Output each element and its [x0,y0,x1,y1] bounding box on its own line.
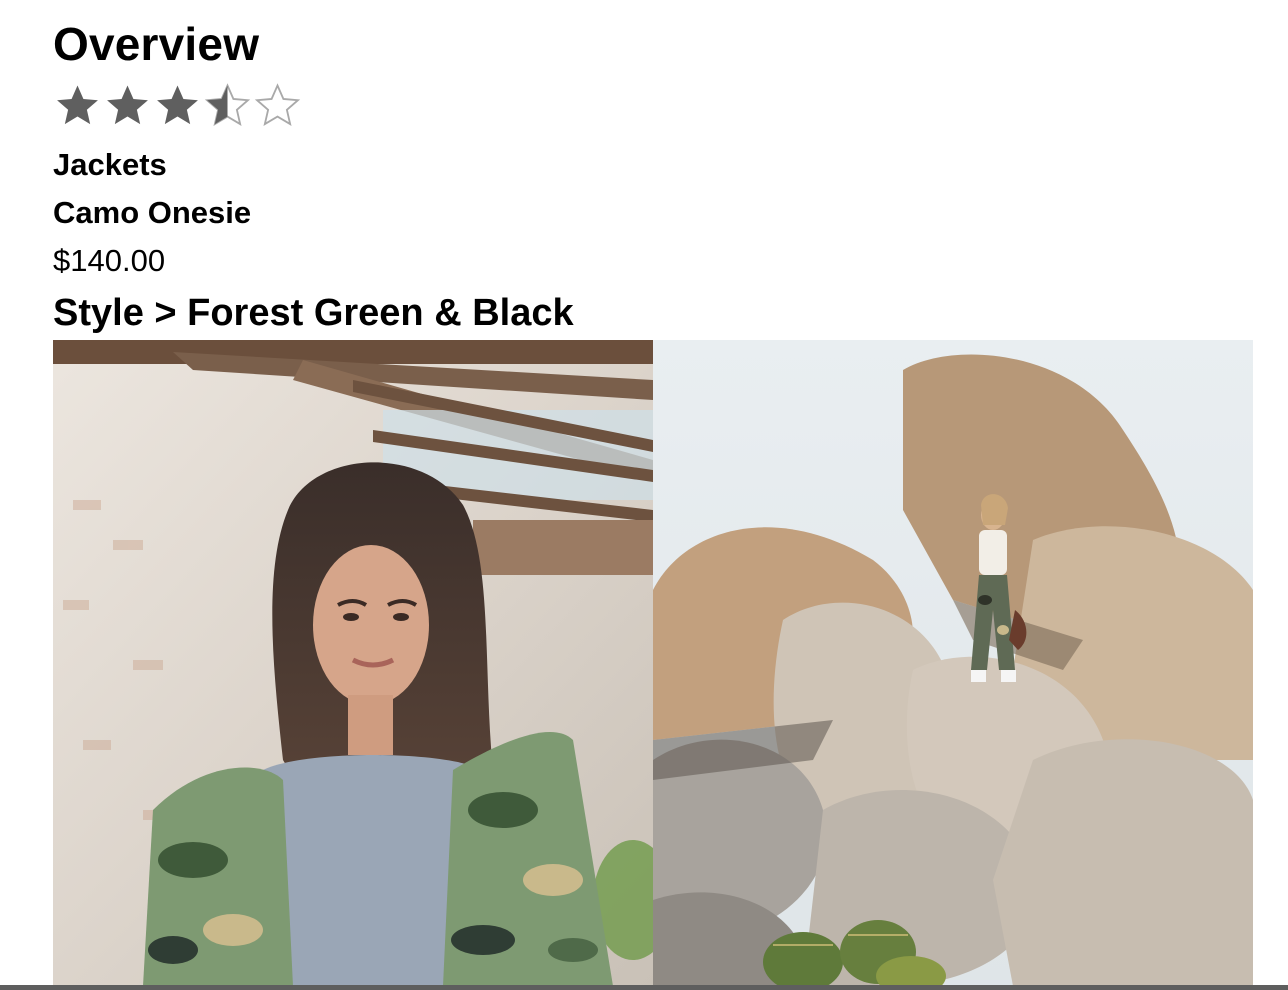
product-name: Camo Onesie [53,195,252,230]
product-price: $140.00 [53,243,166,278]
star-icon-2 [107,84,148,124]
star-icon-empty [254,82,301,126]
star-rating [53,80,302,130]
style-selector-label: Style > Forest Green & Black [53,292,574,334]
woman-camo-jacket-image [53,340,653,986]
woman-on-rocks-image [653,340,1253,986]
product-photo-1[interactable] [53,340,653,986]
star-icon-3 [157,84,198,124]
page-title: Overview [53,18,260,70]
product-gallery [53,340,1253,986]
star-icon-half [204,82,251,126]
product-category: Jackets [53,147,167,182]
product-photo-2[interactable] [653,340,1253,986]
star-icon-1 [57,84,98,124]
bottom-scroll-edge [0,985,1288,990]
